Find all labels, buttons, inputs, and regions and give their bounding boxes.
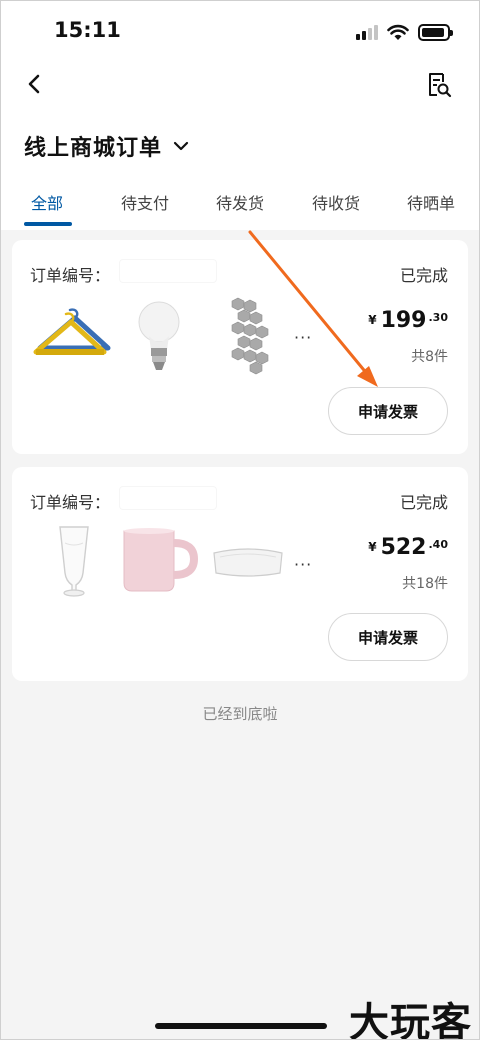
order-card[interactable]: 订单编号： 已完成 ··· ¥ 522 .40 共18件 申请发票 (12, 467, 468, 681)
end-of-list-text: 已经到底啦 (202, 705, 278, 723)
more-items-indicator: ··· (294, 328, 313, 347)
apply-invoice-button[interactable]: 申请发票 (328, 613, 448, 661)
price-decimal: .40 (428, 538, 449, 551)
order-number-redacted (120, 487, 216, 509)
chevron-left-icon (28, 74, 40, 94)
tab-all[interactable]: 全部 (31, 190, 63, 214)
hanger-icon (33, 308, 111, 355)
hex-panel-icon (231, 297, 269, 375)
price-decimal: .30 (428, 311, 449, 324)
order-price: ¥ 199 .30 (368, 308, 448, 333)
battery-icon (418, 23, 453, 41)
tab-pending-shipment[interactable]: 待发货 (216, 190, 264, 214)
order-status: 已完成 (399, 266, 448, 285)
tab-pending-receipt[interactable]: 待收货 (312, 190, 360, 214)
mug-icon (123, 528, 199, 592)
currency-symbol: ¥ (368, 313, 377, 327)
order-price: ¥ 522 .40 (368, 535, 448, 560)
price-integer: 199 (380, 308, 427, 333)
order-number-label: 订单编号： (30, 266, 111, 285)
price-integer: 522 (380, 535, 427, 560)
page-title: 线上商城订单 (24, 136, 163, 161)
status-time: 15:11 (54, 18, 121, 42)
pillow-icon (213, 548, 283, 577)
order-search-button[interactable] (424, 70, 454, 100)
order-status: 已完成 (399, 493, 448, 512)
glass-icon (59, 526, 89, 597)
tab-pending-payment[interactable]: 待支付 (121, 190, 169, 214)
order-card[interactable]: 订单编号： 已完成 ··· ¥ 199 .30 共8件 申请发票 (12, 240, 468, 454)
order-number-redacted (120, 260, 216, 282)
lightbulb-icon (138, 301, 180, 370)
document-search-icon (429, 73, 452, 98)
item-count: 共18件 (402, 576, 448, 592)
currency-symbol: ¥ (368, 540, 377, 554)
back-button[interactable] (22, 68, 52, 100)
order-number-label: 订单编号： (30, 493, 111, 512)
chevron-down-icon (173, 141, 189, 151)
tab-pending-review[interactable]: 待晒单 (407, 190, 455, 214)
wifi-icon (387, 24, 409, 40)
more-items-indicator: ··· (294, 555, 313, 574)
order-tabs: 全部 待支付 待发货 待收货 待晒单 (0, 186, 480, 230)
cellular-signal-icon (356, 24, 378, 40)
order-type-dropdown[interactable]: 线上商城订单 (24, 130, 190, 162)
watermark-logo: 大玩客 (349, 999, 472, 1040)
apply-invoice-button[interactable]: 申请发票 (328, 387, 448, 435)
item-count: 共8件 (411, 349, 448, 365)
status-icons (356, 22, 453, 42)
active-tab-indicator (24, 222, 72, 226)
home-indicator (155, 1023, 327, 1029)
